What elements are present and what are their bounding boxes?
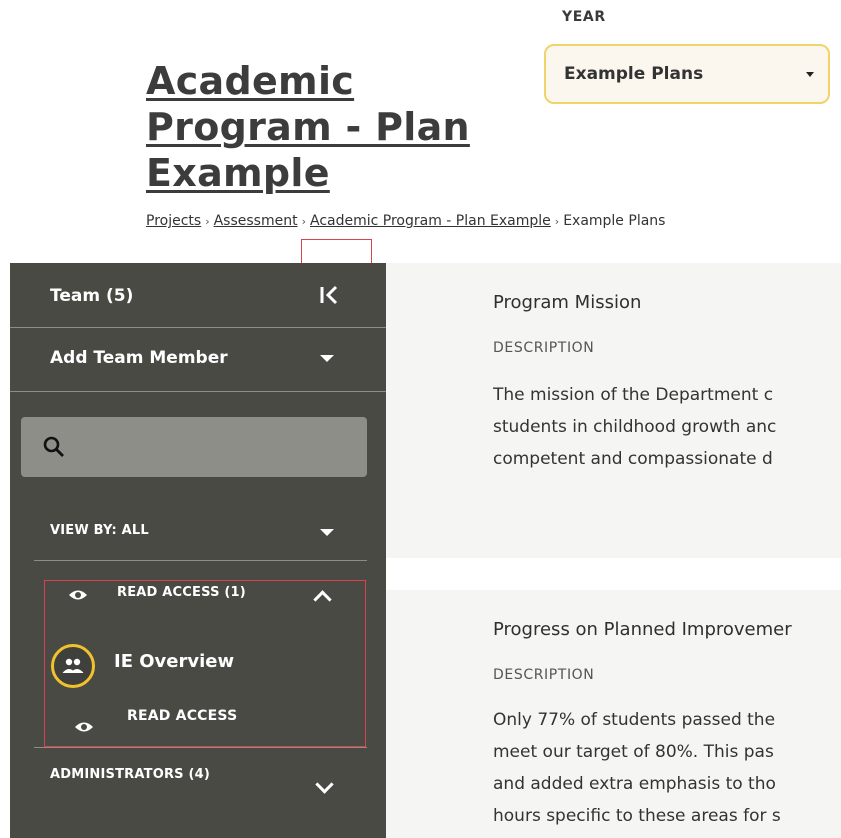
breadcrumb: Projects › Assessment › Academic Program - P…: [146, 213, 665, 229]
sidebar-divider: [34, 560, 367, 561]
search-input[interactable]: [77, 417, 361, 479]
body-line: Only 77% of students passed the: [493, 710, 776, 730]
year-label: YEAR: [562, 9, 606, 25]
breadcrumb-separator: ›: [554, 215, 560, 228]
description-label: DESCRIPTION: [493, 340, 595, 356]
body-line: competent and compassionate d: [493, 449, 773, 469]
caret-down-icon: [320, 355, 334, 362]
breadcrumb-separator: ›: [205, 215, 210, 228]
administrators-group-toggle[interactable]: ADMINISTRATORS (4): [10, 763, 386, 803]
collapse-left-icon: [320, 285, 338, 305]
program-mission-panel: Program Mission DESCRIPTION The mission …: [386, 263, 841, 558]
team-title: Team (5): [50, 286, 134, 306]
section-body: The mission of the Department c students…: [493, 379, 841, 475]
caret-down-icon: [806, 71, 814, 77]
breadcrumb-projects[interactable]: Projects: [146, 213, 201, 229]
progress-panel: Progress on Planned Improvemer DESCRIPTI…: [386, 590, 841, 838]
body-line: hours specific to these areas for s: [493, 806, 781, 826]
read-access-highlight: [44, 580, 366, 747]
section-body: Only 77% of students passed the meet our…: [493, 704, 841, 832]
page-title[interactable]: Academic Program - Plan Example: [146, 58, 506, 196]
breadcrumb-program[interactable]: Academic Program - Plan Example: [310, 213, 551, 229]
team-sidebar: Team (5) Add Team Member VIEW BY: ALL RE…: [10, 263, 386, 838]
sidebar-divider: [10, 391, 386, 392]
body-line: students in childhood growth anc: [493, 417, 777, 437]
chevron-down-icon: [315, 775, 334, 794]
sidebar-divider: [34, 747, 367, 748]
body-line: The mission of the Department c: [493, 385, 774, 405]
section-title: Progress on Planned Improvemer: [493, 619, 792, 640]
add-team-member-label: Add Team Member: [50, 348, 228, 368]
caret-down-icon: [320, 529, 334, 536]
body-line: meet our target of 80%. This pas: [493, 742, 774, 762]
view-by-label: VIEW BY: ALL: [50, 522, 149, 538]
breadcrumb-assessment[interactable]: Assessment: [214, 213, 298, 229]
section-title: Program Mission: [493, 292, 642, 313]
member-search[interactable]: [21, 417, 367, 479]
breadcrumb-current: Example Plans: [563, 213, 666, 229]
collapse-sidebar-button[interactable]: [318, 282, 344, 308]
breadcrumb-separator: ›: [301, 215, 306, 228]
sidebar-divider: [10, 327, 386, 328]
search-icon: [43, 436, 64, 457]
body-line: and added extra emphasis to tho: [493, 774, 776, 794]
administrators-group-label: ADMINISTRATORS (4): [50, 767, 210, 782]
year-select-value: Example Plans: [564, 64, 704, 84]
description-label: DESCRIPTION: [493, 667, 595, 683]
year-select[interactable]: Example Plans: [544, 44, 830, 104]
